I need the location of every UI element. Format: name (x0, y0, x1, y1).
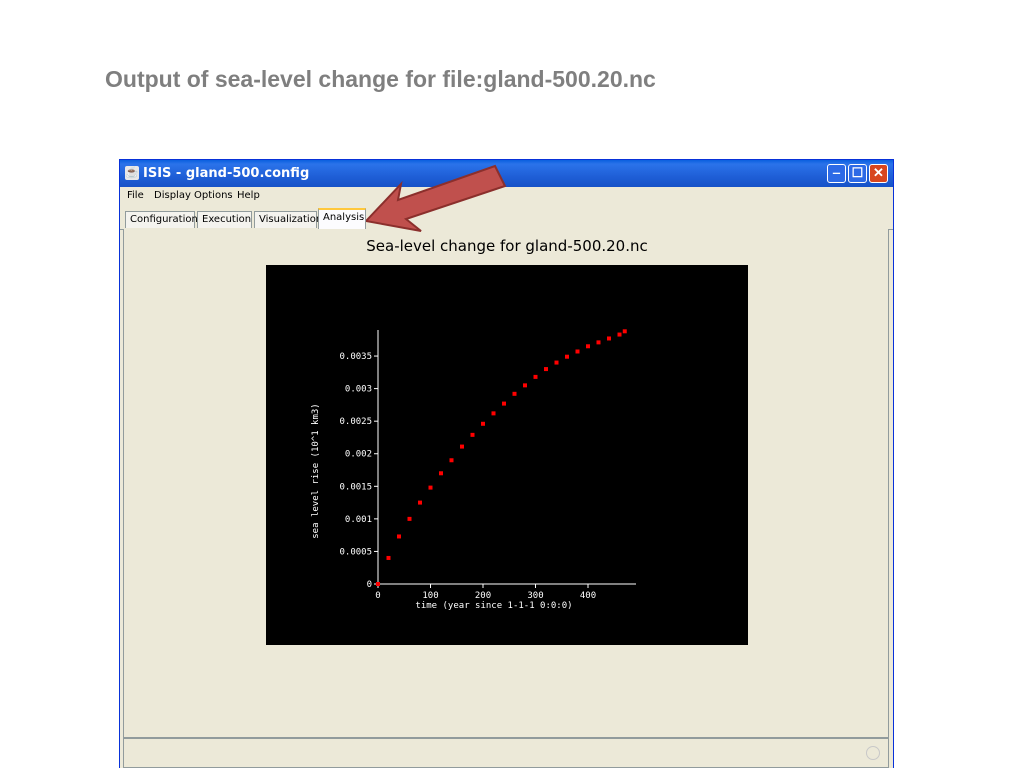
sea-level-plot: 0 100 200 300 400 0 0.0005 0.001 0.0015 0.002 0.00… (266, 265, 748, 645)
y-tick-label: 0.0025 (339, 417, 372, 427)
data-point (428, 485, 433, 490)
data-point (481, 421, 485, 426)
data-point (565, 354, 569, 359)
tab-visualization[interactable]: Visualization (254, 211, 322, 228)
y-tick-label: 0.003 (345, 385, 372, 395)
x-tick-label: 300 (527, 591, 543, 601)
x-tick-label: 400 (580, 591, 596, 601)
data-point (512, 391, 517, 396)
x-tick-label: 100 (422, 591, 438, 601)
data-point (418, 500, 422, 505)
data-point (596, 340, 601, 345)
y-tick-label: 0.002 (345, 450, 372, 460)
red-arrow-pointer-icon (364, 164, 507, 232)
data-point (544, 367, 548, 372)
y-tick-label: 0.0005 (339, 547, 372, 557)
data-point (386, 555, 391, 560)
x-tick-label: 0 (375, 591, 380, 601)
window-title: ISIS - gland-500.config (143, 166, 310, 181)
sea-level-chart-svg: 0 100 200 300 400 0 0.0005 0.001 0.0015 0.002 0.00… (311, 329, 636, 611)
chart-title: Sea-level change for gland-500.20.nc (366, 237, 648, 255)
data-point (575, 349, 580, 354)
maximize-icon[interactable]: ☐ (848, 164, 867, 183)
data-point (397, 534, 401, 539)
menu-help[interactable]: Help (237, 190, 260, 201)
slide-title: Output of sea-level change for file:glan… (105, 66, 656, 92)
data-point (491, 411, 496, 416)
data-point (533, 374, 538, 379)
data-point (622, 329, 627, 334)
y-tick-label: 0.001 (345, 515, 372, 525)
data-point (502, 401, 506, 406)
java-app-icon: ☕ (125, 166, 139, 180)
y-axis-label: sea level rise (10^1 km3) (311, 403, 321, 538)
data-point (407, 516, 412, 521)
tab-execution[interactable]: Execution (197, 211, 252, 228)
data-point (617, 332, 622, 337)
isis-window: ☕ ISIS - gland-500.config ‒ ☐ ✕ File Dis… (119, 159, 894, 768)
x-axis-label: time (year since 1-1-1 0:0:0) (415, 601, 572, 611)
data-point (554, 360, 559, 365)
x-tick-label: 200 (475, 591, 491, 601)
data-point (460, 444, 464, 449)
data-point (523, 383, 527, 388)
close-icon[interactable]: ✕ (869, 164, 888, 183)
y-tick-label: 0 (367, 580, 372, 590)
data-point (449, 458, 454, 463)
data-point (586, 344, 590, 349)
y-tick-label: 0.0035 (339, 352, 372, 362)
analysis-panel: Sea-level change for gland-500.20.nc 0 10… (123, 229, 889, 738)
data-point (470, 432, 475, 437)
menu-display-options[interactable]: Display Options (154, 190, 233, 201)
menu-file[interactable]: File (127, 190, 144, 201)
data-point (607, 336, 611, 341)
minimize-icon[interactable]: ‒ (827, 164, 846, 183)
y-tick-label: 0.0015 (339, 482, 372, 492)
data-point (376, 582, 380, 586)
data-point (439, 471, 443, 476)
status-indicator-icon (866, 746, 880, 760)
status-bar (123, 738, 889, 768)
tab-configuration[interactable]: Configuration (125, 211, 198, 228)
tab-analysis[interactable]: Analysis (318, 208, 366, 229)
